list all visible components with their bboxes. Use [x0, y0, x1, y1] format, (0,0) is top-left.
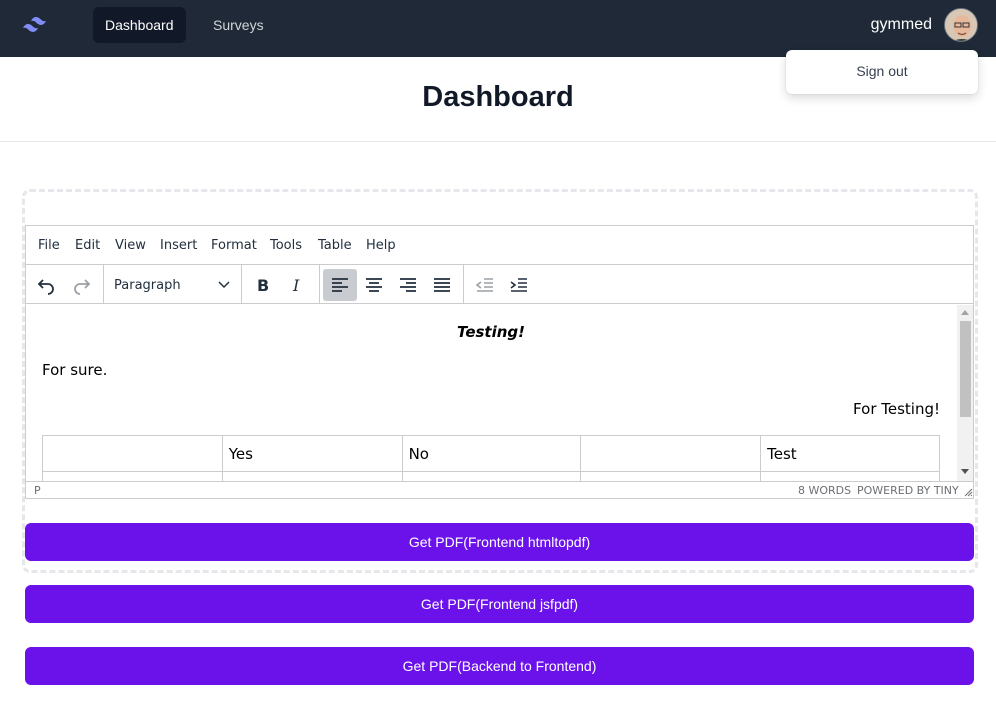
table-cell[interactable]: [401, 471, 582, 481]
table-cell[interactable]: Yes: [221, 435, 403, 472]
powered-by-tiny-link[interactable]: POWERED BY TINY: [857, 484, 959, 497]
nav-surveys[interactable]: Surveys: [201, 7, 276, 43]
toolbar-divider: [103, 265, 104, 303]
align-right-icon[interactable]: [391, 269, 425, 301]
menu-view[interactable]: View: [115, 238, 146, 253]
table-cell[interactable]: Test: [760, 435, 940, 472]
table-cell[interactable]: [580, 471, 762, 481]
editor-scrollbar[interactable]: [957, 305, 973, 481]
table-cell[interactable]: [580, 435, 762, 472]
editor-toolbar: Paragraph B I: [26, 265, 973, 304]
user-dropdown-menu: Sign out: [786, 50, 978, 94]
table-row: [42, 471, 940, 481]
table-cell[interactable]: No: [401, 435, 582, 472]
align-center-icon[interactable]: [357, 269, 391, 301]
toolbar-divider: [319, 265, 320, 303]
toolbar-divider: [463, 265, 464, 303]
menu-table[interactable]: Table: [318, 238, 352, 253]
menu-tools[interactable]: Tools: [270, 238, 302, 253]
rich-text-editor: File Edit View Insert Format Tools Table…: [25, 225, 974, 499]
scroll-down-icon[interactable]: [961, 469, 969, 475]
content-heading: Testing!: [457, 323, 525, 341]
outdent-icon[interactable]: [468, 269, 502, 301]
undo-icon[interactable]: [29, 269, 63, 301]
signout-menu-item[interactable]: Sign out: [786, 63, 978, 79]
get-pdf-htmltopdf-button[interactable]: Get PDF(Frontend htmltopdf): [25, 523, 974, 561]
scroll-up-icon[interactable]: [961, 309, 969, 315]
table-cell[interactable]: [42, 435, 223, 472]
user-photo-icon: [945, 9, 977, 41]
tailwind-logo-icon[interactable]: [22, 14, 54, 36]
avatar[interactable]: [944, 8, 978, 42]
block-format-select[interactable]: Paragraph: [114, 269, 238, 301]
bold-icon[interactable]: B: [246, 269, 280, 301]
table-cell[interactable]: [42, 471, 223, 481]
editor-menubar: File Edit View Insert Format Tools Table…: [26, 226, 973, 265]
top-navbar: Dashboard Surveys gymmed: [0, 0, 996, 57]
chevron-down-icon: [218, 281, 230, 289]
redo-icon[interactable]: [65, 269, 99, 301]
menu-file[interactable]: File: [38, 238, 60, 253]
toolbar-divider: [241, 265, 242, 303]
get-pdf-jsfpdf-button[interactable]: Get PDF(Frontend jsfpdf): [25, 585, 974, 623]
word-count[interactable]: 8 WORDS: [798, 484, 851, 497]
username[interactable]: gymmed: [871, 16, 932, 34]
menu-insert[interactable]: Insert: [160, 238, 197, 253]
align-left-icon[interactable]: [323, 269, 357, 301]
menu-format[interactable]: Format: [211, 238, 257, 253]
nav-dashboard[interactable]: Dashboard: [93, 7, 186, 43]
scrollbar-thumb[interactable]: [960, 321, 971, 417]
align-justify-icon[interactable]: [425, 269, 459, 301]
italic-icon[interactable]: I: [280, 269, 314, 301]
element-path[interactable]: P: [34, 484, 41, 497]
svg-text:I: I: [292, 276, 300, 295]
editor-statusbar: P 8 WORDS POWERED BY TINY: [26, 481, 973, 499]
resize-handle-icon[interactable]: [963, 487, 973, 497]
svg-text:B: B: [257, 276, 269, 295]
table-cell[interactable]: [760, 471, 940, 481]
table-row: Yes No Test: [42, 435, 940, 472]
content-paragraph-right: For Testing!: [853, 400, 940, 418]
table-cell[interactable]: [221, 471, 403, 481]
block-format-label: Paragraph: [114, 278, 181, 293]
menu-edit[interactable]: Edit: [75, 238, 100, 253]
get-pdf-backend-button[interactable]: Get PDF(Backend to Frontend): [25, 647, 974, 685]
content-paragraph: For sure.: [42, 361, 108, 379]
menu-help[interactable]: Help: [366, 238, 396, 253]
content-table[interactable]: Yes No Test: [42, 435, 940, 481]
indent-icon[interactable]: [502, 269, 536, 301]
editor-content-area[interactable]: Testing! For sure. For Testing! Yes No T…: [26, 305, 956, 481]
